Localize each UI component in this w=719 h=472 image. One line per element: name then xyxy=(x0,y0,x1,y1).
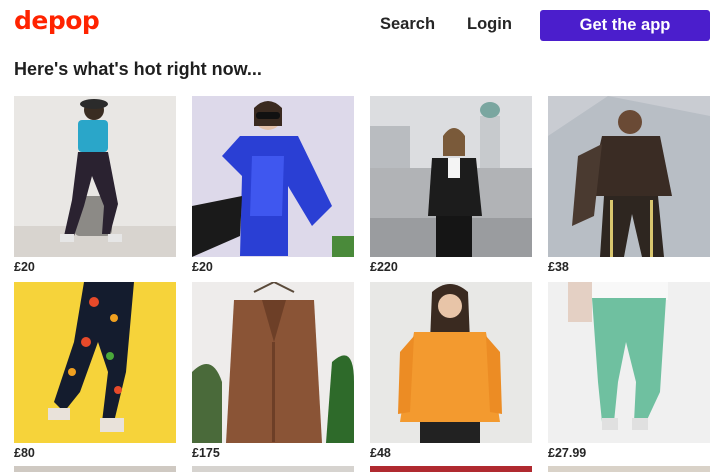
product-card[interactable]: £38 xyxy=(548,96,710,276)
get-the-app-button[interactable]: Get the app xyxy=(540,10,710,41)
product-photo-partial[interactable] xyxy=(14,466,176,472)
product-price: £80 xyxy=(14,446,35,460)
product-price: £48 xyxy=(370,446,391,460)
product-photo[interactable] xyxy=(370,96,532,257)
product-card[interactable]: £27.99 xyxy=(548,282,710,462)
product-photo-partial[interactable] xyxy=(192,466,354,472)
product-card[interactable]: £20 xyxy=(14,96,176,276)
product-price: £20 xyxy=(14,260,35,274)
product-price: £38 xyxy=(548,260,569,274)
product-photo[interactable] xyxy=(14,282,176,443)
product-photo[interactable] xyxy=(14,96,176,257)
product-photo[interactable] xyxy=(370,282,532,443)
nav-search-link[interactable]: Search xyxy=(380,15,435,34)
product-photo[interactable] xyxy=(192,96,354,257)
product-card[interactable]: £80 xyxy=(14,282,176,462)
product-price: £175 xyxy=(192,446,220,460)
product-price: £27.99 xyxy=(548,446,587,460)
product-price: £20 xyxy=(192,260,213,274)
product-photo-partial[interactable] xyxy=(370,466,532,472)
product-photo[interactable] xyxy=(192,282,354,443)
product-photo-partial[interactable] xyxy=(548,466,710,472)
depop-logo[interactable]: depop xyxy=(14,6,100,35)
nav-login-link[interactable]: Login xyxy=(467,15,512,34)
product-photo[interactable] xyxy=(548,96,710,257)
site-header: depop Search Login Get the app xyxy=(0,0,719,52)
product-card[interactable]: £220 xyxy=(370,96,532,276)
product-photo[interactable] xyxy=(548,282,710,443)
section-title: Here's what's hot right now... xyxy=(14,59,262,79)
product-price: £220 xyxy=(370,260,398,274)
product-card[interactable]: £48 xyxy=(370,282,532,462)
product-card[interactable]: £175 xyxy=(192,282,354,462)
product-card[interactable]: £20 xyxy=(192,96,354,276)
